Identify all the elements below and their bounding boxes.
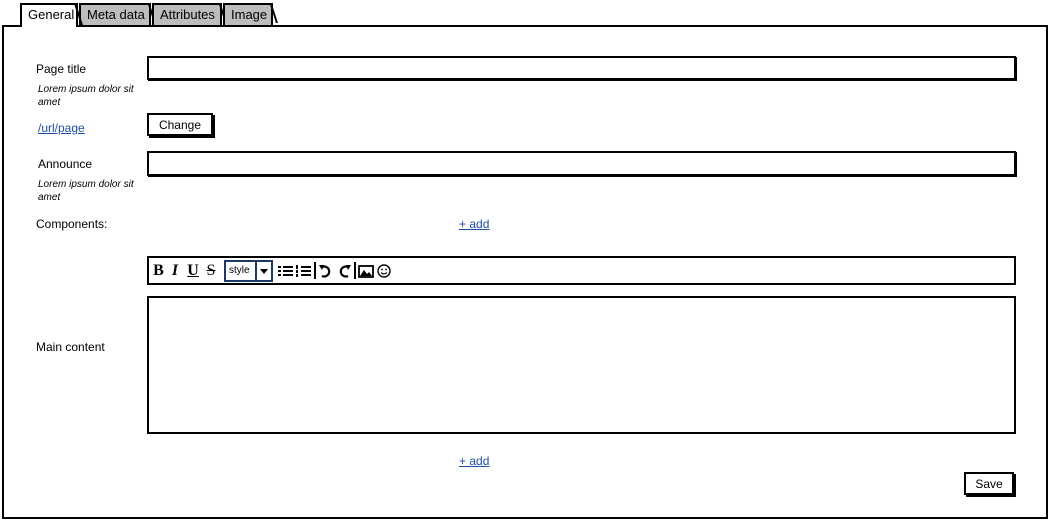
style-select[interactable]: style [224, 260, 273, 282]
image-icon[interactable] [358, 261, 374, 281]
strikethrough-button[interactable]: S [204, 261, 218, 281]
underline-button[interactable]: U [186, 261, 200, 281]
page-title-label: Page title [36, 62, 87, 76]
save-button[interactable]: Save [964, 472, 1014, 495]
page-title-hint: Lorem ipsum dolor sit amet [38, 84, 134, 108]
general-panel: Page title Lorem ipsum dolor sit amet /u… [2, 25, 1048, 519]
bullet-list-icon[interactable] [277, 261, 294, 281]
toolbar-separator [354, 262, 356, 279]
toolbar-separator [314, 262, 316, 279]
smiley-icon[interactable] [376, 261, 392, 281]
tab-bar: General Meta data Attributes Image [0, 0, 1052, 28]
announce-hint: Lorem ipsum dolor sit amet [38, 179, 134, 203]
bold-button[interactable]: B [152, 261, 165, 281]
redo-icon[interactable] [336, 261, 352, 281]
add-component-link-bottom[interactable]: + add [459, 454, 489, 468]
page-title-input[interactable] [147, 56, 1016, 80]
main-content-label: Main content [36, 340, 105, 354]
editor-toolbar: B I U S style [147, 256, 1016, 285]
add-component-link-top[interactable]: + add [459, 217, 489, 231]
numbered-list-icon[interactable] [295, 261, 312, 281]
tab-meta-data[interactable]: Meta data [79, 3, 151, 25]
italic-button[interactable]: I [169, 261, 181, 281]
style-select-value: style [229, 265, 250, 276]
tab-general[interactable]: General [20, 3, 78, 27]
tab-image[interactable]: Image [223, 3, 273, 25]
undo-icon[interactable] [318, 261, 334, 281]
announce-label: Announce [38, 157, 93, 171]
components-label: Components: [36, 217, 108, 231]
chevron-down-icon [255, 262, 271, 280]
change-button[interactable]: Change [147, 113, 213, 136]
url-link[interactable]: /url/page [38, 121, 85, 135]
tab-attributes[interactable]: Attributes [152, 3, 222, 25]
main-content-editor[interactable] [147, 296, 1016, 434]
announce-input[interactable] [147, 151, 1016, 176]
